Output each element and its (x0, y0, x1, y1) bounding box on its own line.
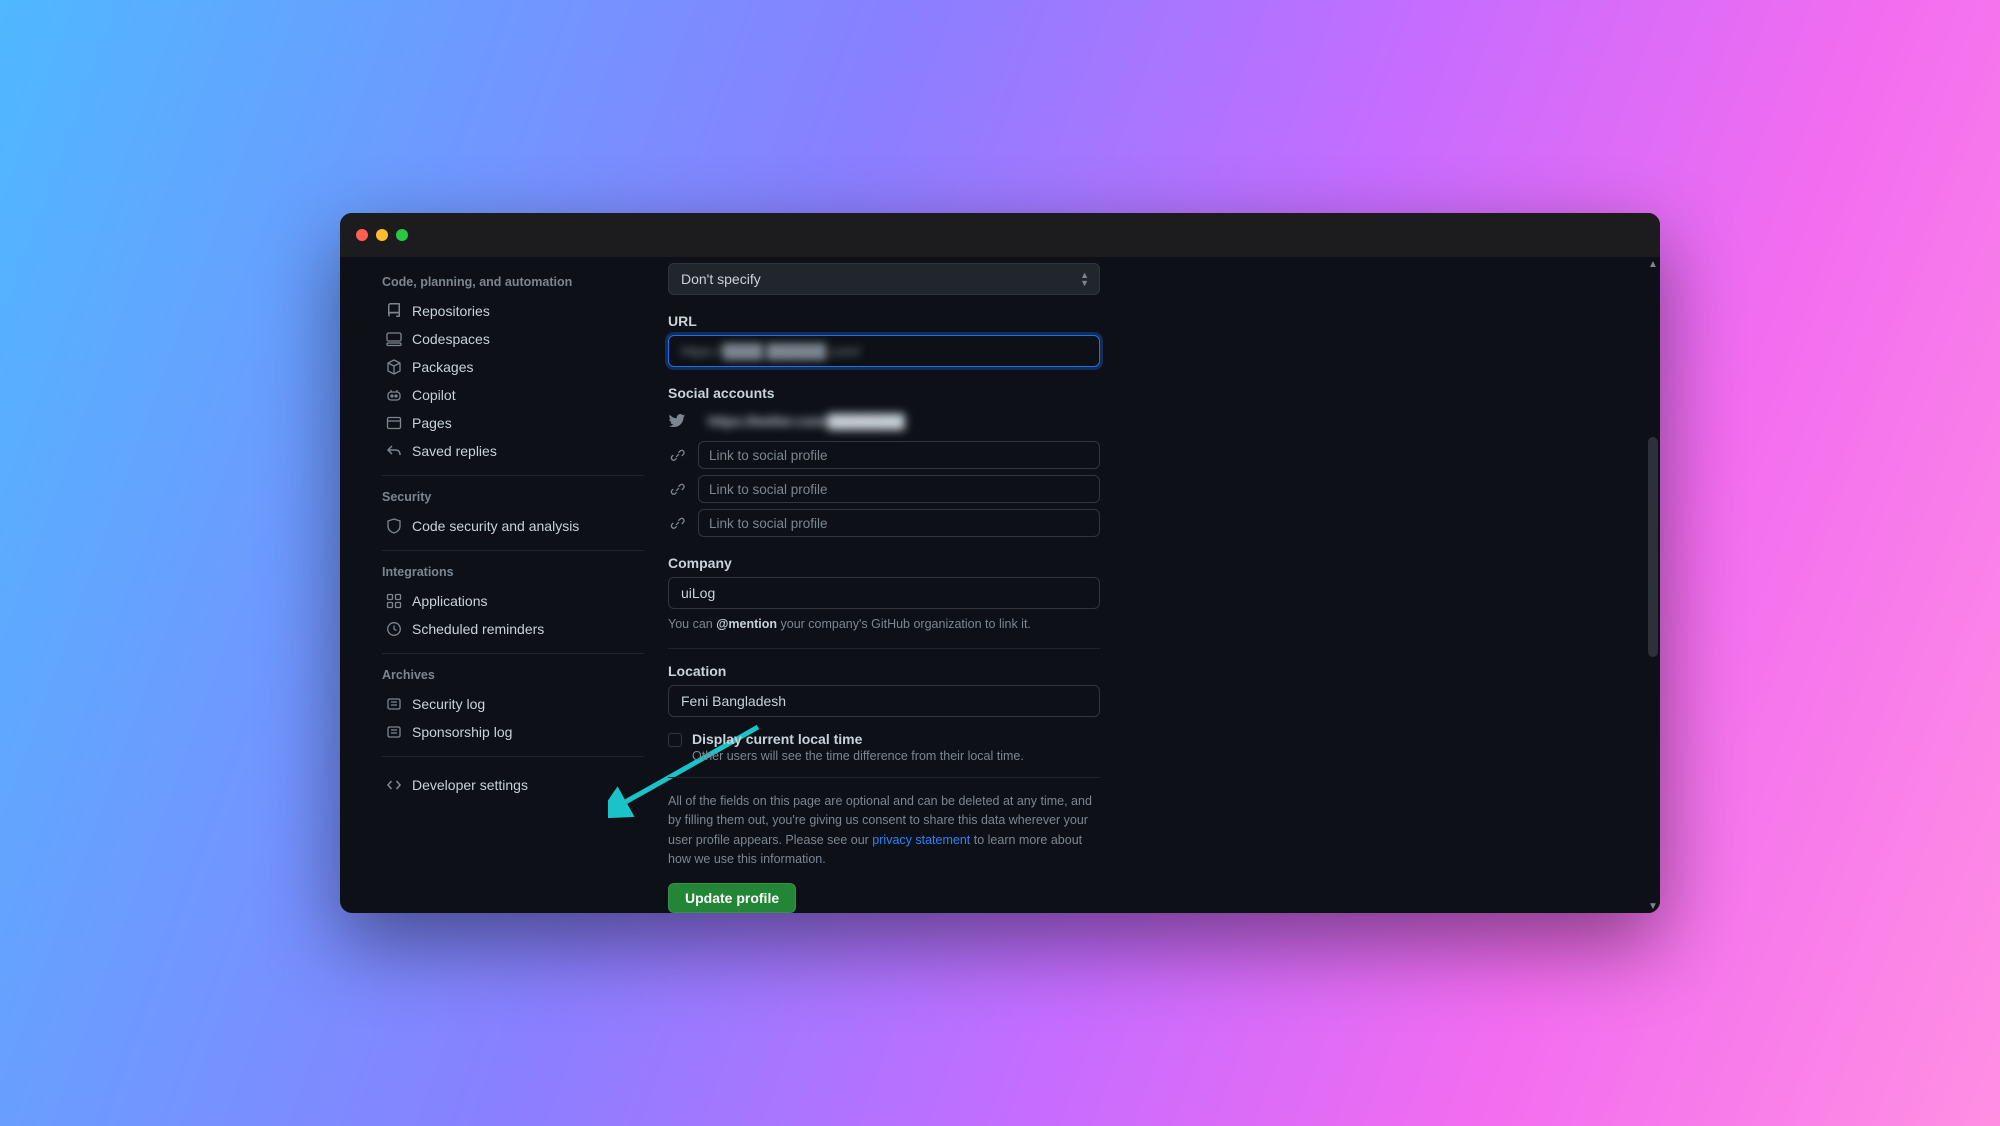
location-input[interactable]: Feni Bangladesh (668, 685, 1100, 717)
display-local-time-checkbox[interactable] (668, 733, 682, 747)
sidebar-item-packages[interactable]: Packages (382, 353, 648, 381)
link-icon (668, 448, 686, 463)
sidebar-item-code-security[interactable]: Code security and analysis (382, 512, 648, 540)
sidebar-item-label: Copilot (412, 387, 456, 403)
sidebar-item-sponsorship-log[interactable]: Sponsorship log (382, 718, 648, 746)
input-value: Feni Bangladesh (681, 693, 786, 709)
sidebar-item-label: Codespaces (412, 331, 490, 347)
log-icon (386, 724, 402, 740)
sidebar-item-scheduled-reminders[interactable]: Scheduled reminders (382, 615, 648, 643)
url-input[interactable]: https://████.██████.com/ (668, 335, 1100, 367)
settings-sidebar: Code, planning, and automation Repositor… (340, 257, 648, 913)
social-input-twitter[interactable]: https://twitter.com/████████ (698, 407, 1100, 435)
sidebar-item-saved-replies[interactable]: Saved replies (382, 437, 648, 465)
page-body: Code, planning, and automation Repositor… (340, 257, 1660, 913)
sidebar-divider (382, 475, 644, 476)
sidebar-item-label: Applications (412, 593, 488, 609)
twitter-icon (668, 412, 686, 430)
copilot-icon (386, 387, 402, 403)
repo-icon (386, 303, 402, 319)
company-label: Company (668, 555, 1100, 571)
company-helper: You can @mention your company's GitHub o… (668, 615, 1100, 634)
sidebar-item-label: Packages (412, 359, 473, 375)
local-time-row: Display current local time Other users w… (668, 731, 1100, 763)
package-icon (386, 359, 402, 375)
apps-icon (386, 593, 402, 609)
input-value: uiLog (681, 585, 715, 601)
sidebar-item-label: Developer settings (412, 777, 528, 793)
sidebar-item-label: Scheduled reminders (412, 621, 544, 637)
clock-icon (386, 621, 402, 637)
link-icon (668, 482, 686, 497)
vertical-scrollbar[interactable]: ▲ ▼ (1646, 257, 1660, 913)
input-placeholder: Link to social profile (709, 482, 828, 497)
sidebar-group-header: Integrations (382, 565, 648, 579)
sidebar-group-header: Archives (382, 668, 648, 682)
input-placeholder: Link to social profile (709, 516, 828, 531)
checkbox-label: Display current local time (692, 731, 1024, 747)
zoom-window-button[interactable] (396, 229, 408, 241)
sidebar-item-label: Saved replies (412, 443, 497, 459)
sidebar-divider (382, 756, 644, 757)
social-accounts-label: Social accounts (668, 385, 1100, 401)
privacy-statement-link[interactable]: privacy statement (872, 833, 970, 847)
codespaces-icon (386, 331, 402, 347)
browser-icon (386, 415, 402, 431)
link-icon (668, 516, 686, 531)
scrollbar-thumb[interactable] (1648, 437, 1658, 657)
sidebar-item-label: Repositories (412, 303, 490, 319)
pronouns-select[interactable]: Don't specify ▲▼ (668, 263, 1100, 295)
input-value: https://twitter.com/████████ (708, 414, 905, 429)
location-label: Location (668, 663, 1100, 679)
social-input[interactable]: Link to social profile (698, 509, 1100, 537)
sidebar-item-copilot[interactable]: Copilot (382, 381, 648, 409)
social-row: Link to social profile (668, 441, 1100, 469)
update-profile-button[interactable]: Update profile (668, 883, 796, 913)
form-divider (668, 777, 1100, 778)
sidebar-item-label: Sponsorship log (412, 724, 512, 740)
social-input[interactable]: Link to social profile (698, 475, 1100, 503)
social-row-twitter: https://twitter.com/████████ (668, 407, 1100, 435)
url-label: URL (668, 313, 1100, 329)
sidebar-item-repositories[interactable]: Repositories (382, 297, 648, 325)
window-titlebar (340, 213, 1660, 257)
sidebar-item-label: Security log (412, 696, 485, 712)
sidebar-divider (382, 653, 644, 654)
reply-icon (386, 443, 402, 459)
app-window: Code, planning, and automation Repositor… (340, 213, 1660, 913)
close-window-button[interactable] (356, 229, 368, 241)
sidebar-item-applications[interactable]: Applications (382, 587, 648, 615)
social-input[interactable]: Link to social profile (698, 441, 1100, 469)
checkbox-helper: Other users will see the time difference… (692, 749, 1024, 763)
input-placeholder: Link to social profile (709, 448, 828, 463)
sidebar-item-label: Code security and analysis (412, 518, 579, 534)
code-icon (386, 777, 402, 793)
window-controls (356, 229, 408, 241)
sidebar-item-codespaces[interactable]: Codespaces (382, 325, 648, 353)
form-divider (668, 648, 1100, 649)
shield-icon (386, 518, 402, 534)
minimize-window-button[interactable] (376, 229, 388, 241)
sidebar-item-label: Pages (412, 415, 452, 431)
sidebar-item-pages[interactable]: Pages (382, 409, 648, 437)
sidebar-group-header: Security (382, 490, 648, 504)
sidebar-item-developer-settings[interactable]: Developer settings (382, 771, 648, 799)
scroll-down-arrow[interactable]: ▼ (1646, 899, 1660, 913)
select-value: Don't specify (681, 271, 761, 287)
sidebar-divider (382, 550, 644, 551)
log-icon (386, 696, 402, 712)
input-value: https://████.██████.com/ (681, 343, 860, 359)
social-row: Link to social profile (668, 475, 1100, 503)
chevron-updown-icon: ▲▼ (1080, 271, 1089, 287)
company-input[interactable]: uiLog (668, 577, 1100, 609)
sidebar-item-security-log[interactable]: Security log (382, 690, 648, 718)
scroll-up-arrow[interactable]: ▲ (1646, 257, 1660, 271)
social-row: Link to social profile (668, 509, 1100, 537)
profile-form: Pronouns Don't specify ▲▼ URL https://██… (648, 257, 1660, 913)
sidebar-group-header: Code, planning, and automation (382, 275, 648, 289)
profile-disclaimer: All of the fields on this page are optio… (668, 792, 1100, 870)
